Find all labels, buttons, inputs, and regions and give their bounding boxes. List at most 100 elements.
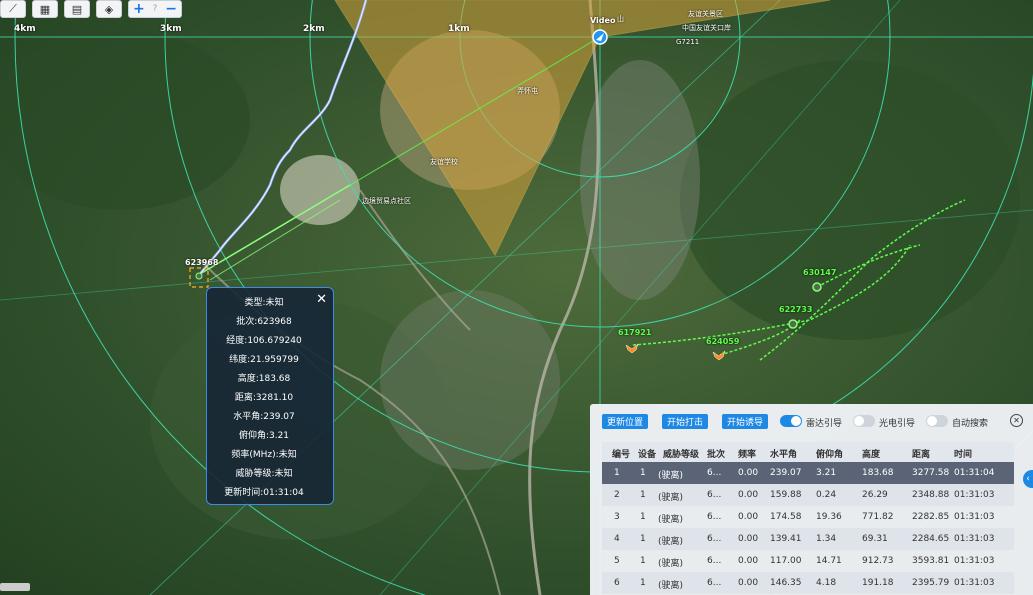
toggle-knob (791, 416, 801, 426)
table-cell: 0.00 (738, 512, 759, 522)
col-device[interactable]: 设备 (638, 447, 656, 460)
table-cell: 0.00 (738, 468, 759, 478)
table-cell: 174.58 (770, 512, 802, 522)
table-cell: 1 (640, 468, 646, 478)
table-cell: 146.35 (770, 578, 802, 588)
popup-latitude: 纬度:21.959799 (229, 355, 299, 365)
radar-guide-label: 雷达引导 (806, 419, 843, 429)
table-cell: 6 (614, 578, 620, 588)
video-tag[interactable]: Video (590, 16, 615, 25)
table-cell: 0.00 (738, 490, 759, 500)
horizontal-scrollbar[interactable] (0, 583, 30, 591)
table-cell: 1 (640, 490, 646, 500)
auto-search-toggle[interactable] (926, 415, 948, 427)
table-cell: 117.00 (770, 556, 802, 566)
table-cell: 6... (707, 512, 722, 522)
table-cell: 4 (614, 534, 620, 544)
col-azimuth[interactable]: 水平角 (770, 447, 797, 460)
table-cell: 1 (640, 556, 646, 566)
table-row[interactable]: 1 1 (驶离) 6... 0.00 239.07 3.21 183.68 3277.58 01:… (602, 462, 1014, 484)
table-cell: 5 (614, 556, 620, 566)
place-label-school: 友谊学校 (430, 158, 458, 166)
popup-batch: 批次:623968 (236, 317, 292, 327)
table-cell: 01:31:04 (954, 468, 995, 478)
table-row[interactable]: 5 1 (驶离) 6... 0.00 117.00 14.71 912.73 3593.81 01… (602, 550, 1014, 572)
track-label-624059[interactable]: 624059 (706, 337, 739, 346)
toggle-knob (927, 416, 937, 426)
table-cell: 1 (640, 578, 646, 588)
table-cell: 3593.81 (912, 556, 950, 566)
place-label-village: 弄怀屯 (517, 87, 538, 95)
map-toolbar: ⟋ ▦ ▤ ◈ (0, 0, 122, 18)
scale-label-2km: 2km (303, 24, 325, 34)
table-cell: (驶离) (658, 559, 684, 569)
zoom-out-button[interactable]: − (165, 1, 177, 17)
table-row[interactable]: 3 1 (驶离) 6... 0.00 174.58 19.36 771.82 2282.85 01… (602, 506, 1014, 528)
popup-type: 类型:未知 (244, 298, 284, 308)
table-cell: 771.82 (862, 512, 894, 522)
col-altitude[interactable]: 高度 (862, 447, 880, 460)
table-cell: (驶离) (658, 493, 684, 503)
table-cell: 0.00 (738, 534, 759, 544)
table-cell: 01:31:03 (954, 556, 995, 566)
layers-icon: ◈ (104, 2, 114, 16)
popup-azimuth: 水平角:239.07 (233, 412, 295, 422)
scale-label-4km: 4km (14, 24, 36, 34)
zoom-in-button[interactable]: + (133, 1, 145, 17)
table-cell: 6... (707, 556, 722, 566)
table-cell: 1 (614, 468, 620, 478)
table-cell: 01:31:03 (954, 512, 995, 522)
table-cell: (驶离) (658, 515, 684, 525)
table-cell: 139.41 (770, 534, 802, 544)
selected-target-label[interactable]: 623968 (185, 258, 218, 267)
table-row[interactable]: 4 1 (驶离) 6... 0.00 139.41 1.34 69.31 2284.65 01:3… (602, 528, 1014, 550)
table-cell: 3 (614, 512, 620, 522)
popup-threat-level: 威胁等级:未知 (235, 469, 293, 479)
eo-guide-toggle[interactable] (853, 415, 875, 427)
popup-elevation: 俯仰角:3.21 (238, 431, 290, 441)
layers-button[interactable]: ◈ (96, 0, 122, 18)
table-cell: 69.31 (862, 534, 888, 544)
col-batch[interactable]: 批次 (707, 447, 725, 460)
auto-search-label: 自动搜索 (952, 419, 989, 429)
start-lure-button[interactable]: 开始诱导 (722, 414, 769, 429)
table-cell: 19.36 (816, 512, 842, 522)
table-cell: (驶离) (658, 471, 684, 481)
map-view-icon: ▦ (39, 2, 51, 16)
scale-label-3km: 3km (160, 24, 182, 34)
col-freq[interactable]: 频率 (738, 447, 756, 460)
popup-distance: 距离:3281.10 (234, 393, 294, 403)
table-cell: 1 (640, 534, 646, 544)
grid-button[interactable]: ▤ (64, 0, 90, 18)
popup-update-time: 更新时间:01:31:04 (224, 488, 304, 498)
map-view-button[interactable]: ▦ (32, 0, 58, 18)
col-id[interactable]: 编号 (612, 447, 630, 460)
place-label-road: G7211 (676, 38, 700, 46)
table-cell: 191.18 (862, 578, 894, 588)
table-cell: (驶离) (658, 537, 684, 547)
col-time[interactable]: 时间 (954, 447, 972, 460)
table-cell: 6... (707, 578, 722, 588)
col-threat[interactable]: 威胁等级 (663, 447, 699, 460)
track-label-617921[interactable]: 617921 (618, 328, 651, 337)
eo-guide-label: 光电引导 (879, 419, 916, 429)
table-row[interactable]: 6 1 (驶离) 6... 0.00 146.35 4.18 191.18 2395.79 01:… (602, 572, 1014, 594)
radar-guide-toggle[interactable] (780, 415, 802, 427)
track-label-622733[interactable]: 622733 (779, 305, 812, 314)
popup-altitude: 高度:183.68 (237, 374, 291, 384)
table-cell: 3.21 (816, 468, 837, 478)
ruler-icon: ⟋ (9, 2, 17, 15)
table-row[interactable]: 2 1 (驶离) 6... 0.00 159.88 0.24 26.29 2348.88 01:3… (602, 484, 1014, 506)
start-strike-button[interactable]: 开始打击 (662, 414, 709, 429)
col-elevation[interactable]: 俯仰角 (816, 447, 843, 460)
table-cell: 14.71 (816, 556, 842, 566)
col-distance[interactable]: 距离 (912, 447, 930, 460)
table-cell: 3277.58 (912, 468, 950, 478)
update-position-button[interactable]: 更新位置 (602, 414, 649, 429)
table-cell: 4.18 (816, 578, 837, 588)
track-label-630147[interactable]: 630147 (803, 268, 836, 277)
table-cell: 1.34 (816, 534, 837, 544)
ruler-button[interactable]: ⟋ (0, 0, 26, 18)
panel-close-icon[interactable]: ✕ (1010, 414, 1023, 427)
table-cell: 1 (640, 512, 646, 522)
